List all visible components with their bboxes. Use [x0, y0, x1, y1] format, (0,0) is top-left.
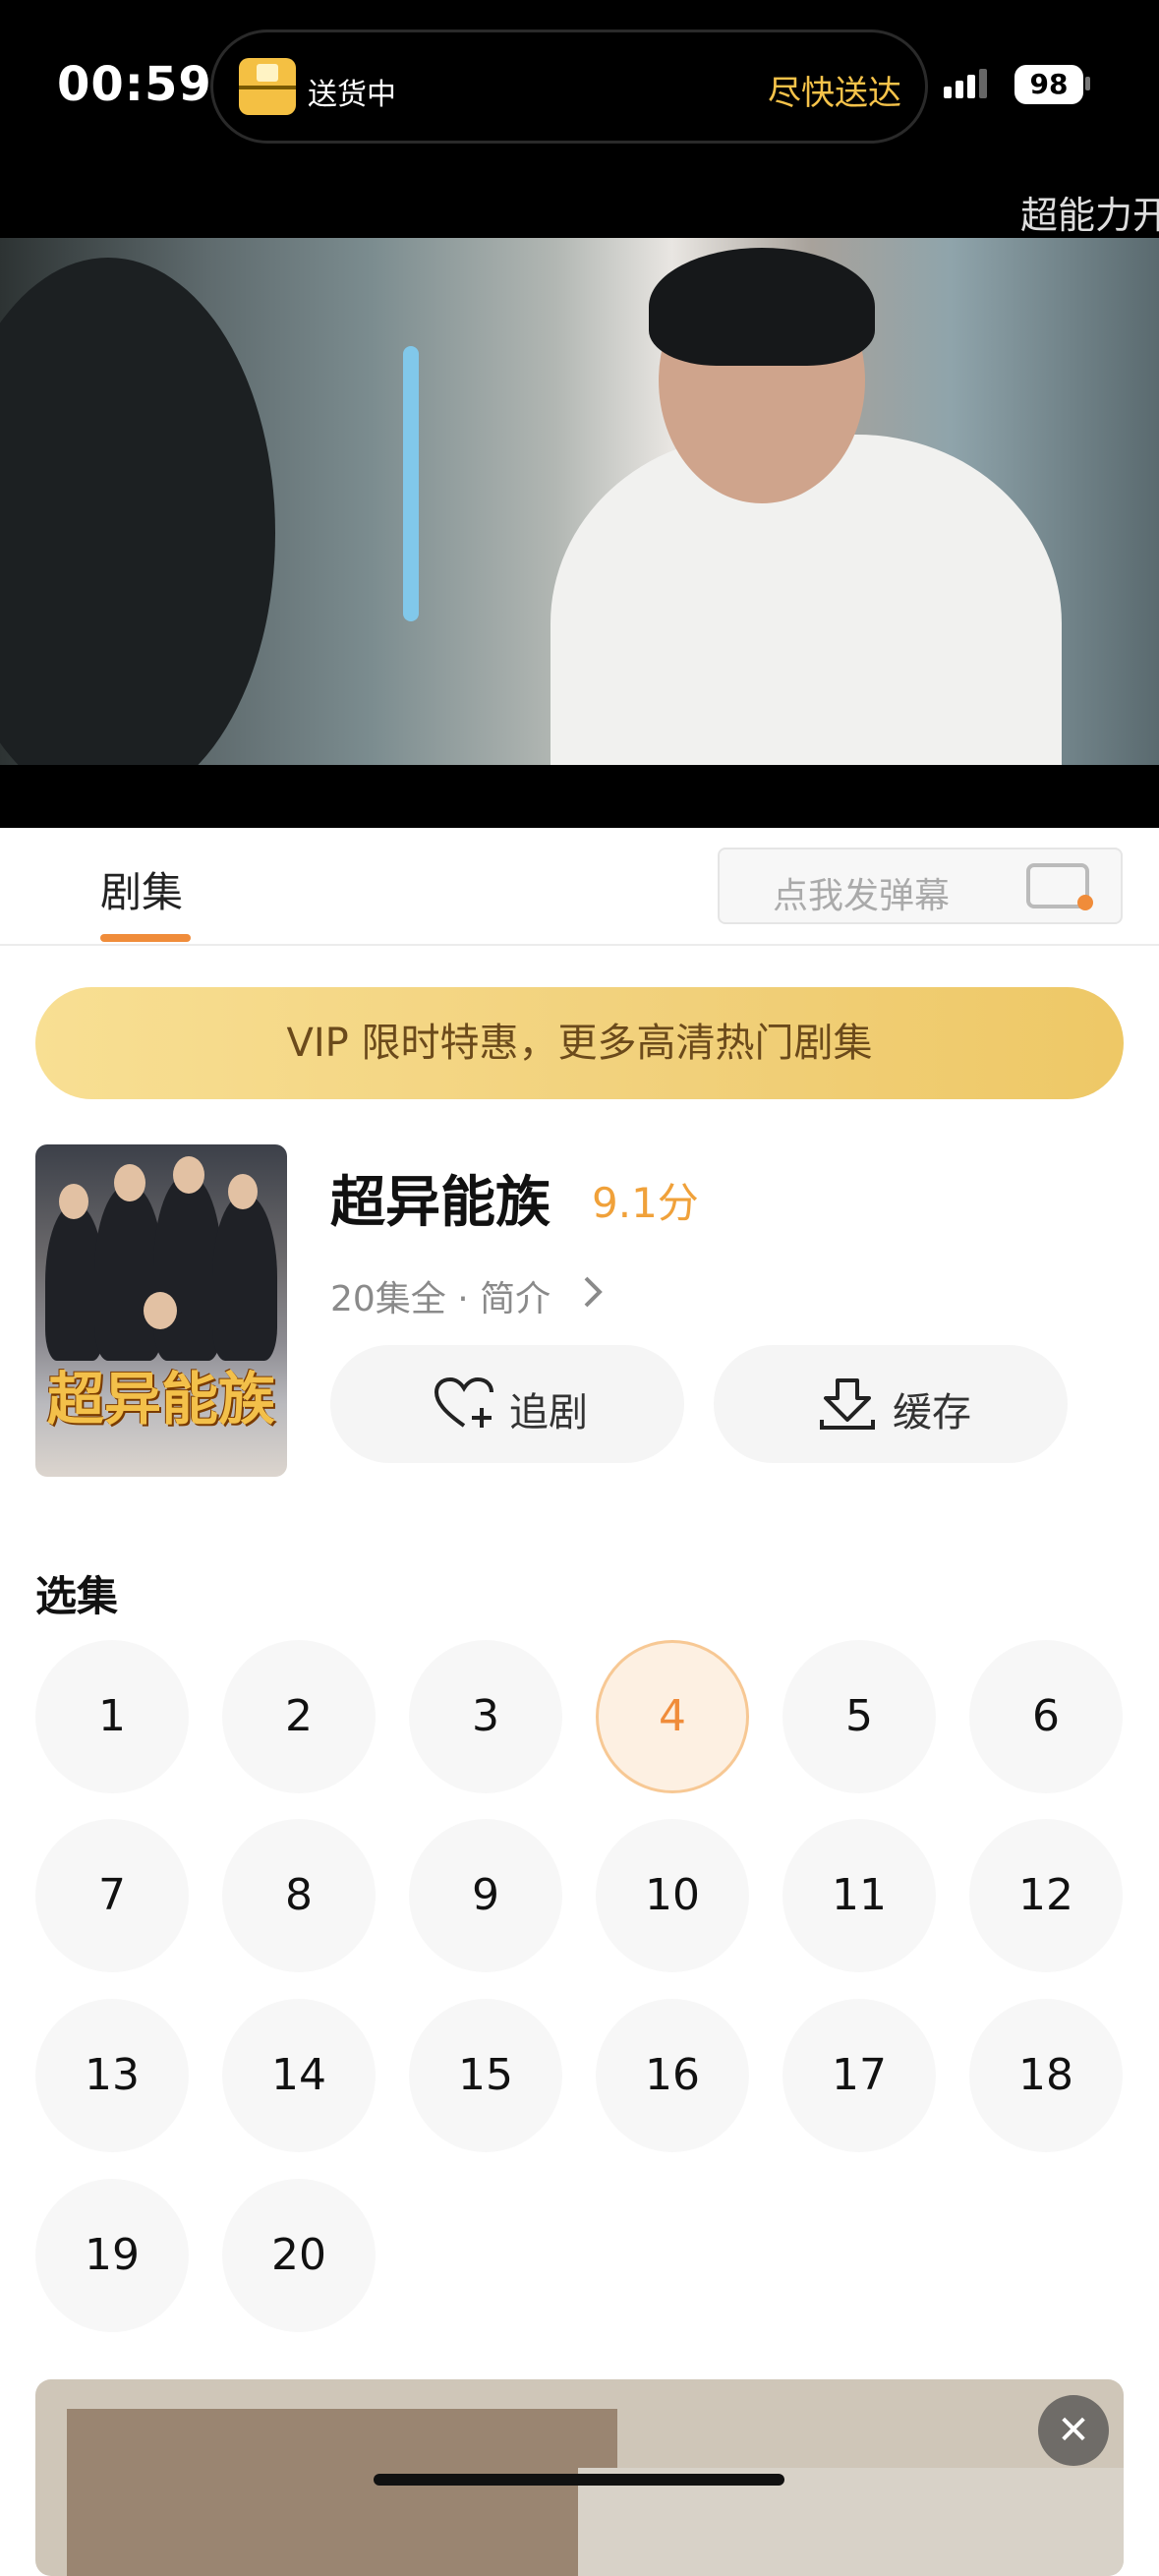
episode-button-2[interactable]: 2: [222, 1640, 376, 1793]
video-light: [403, 346, 419, 621]
video-figure-hair: [649, 248, 875, 366]
dynamic-island[interactable]: 送货中 尽快送达: [210, 29, 928, 144]
video-letterbox: [0, 765, 1159, 828]
danmu-input[interactable]: 点我发弹幕: [718, 848, 1123, 924]
episode-button-16[interactable]: 16: [596, 1999, 749, 2152]
close-icon[interactable]: ✕: [1038, 2395, 1109, 2466]
show-poster[interactable]: 超异能族: [35, 1144, 287, 1477]
battery-tip: [1085, 77, 1090, 90]
episode-button-9[interactable]: 9: [409, 1819, 562, 1972]
episode-button-18[interactable]: 18: [969, 1999, 1123, 2152]
scrolling-title: 超能力开: [1020, 194, 1159, 237]
poster-title: 超异能族: [46, 1366, 275, 1433]
chevron-right-icon[interactable]: [582, 1272, 606, 1320]
cache-label: 缓存: [893, 1390, 971, 1435]
episode-button-15[interactable]: 15: [409, 1999, 562, 2152]
status-bar: 00:59 送货中 尽快送达 98 超能力开: [0, 0, 1159, 238]
delivery-status: 送货中: [308, 78, 396, 112]
episode-button-8[interactable]: 8: [222, 1819, 376, 1972]
home-indicator[interactable]: [374, 2474, 784, 2486]
cache-button[interactable]: 缓存: [714, 1345, 1068, 1463]
show-score: 9.1分: [592, 1179, 699, 1227]
follow-label: 追剧: [509, 1390, 588, 1435]
vip-banner[interactable]: VIP 限时特惠，更多高清热门剧集: [35, 987, 1124, 1099]
episode-button-12[interactable]: 12: [969, 1819, 1123, 1972]
episode-button-3[interactable]: 3: [409, 1640, 562, 1793]
video-figure-left: [0, 258, 275, 765]
episode-button-19[interactable]: 19: [35, 2179, 189, 2332]
episode-button-4[interactable]: 4: [596, 1640, 749, 1793]
episode-button-10[interactable]: 10: [596, 1819, 749, 1972]
episode-button-5[interactable]: 5: [782, 1640, 936, 1793]
danmu-placeholder: 点我发弹幕: [773, 876, 951, 916]
video-player[interactable]: [0, 238, 1159, 765]
episode-button-13[interactable]: 13: [35, 1999, 189, 2152]
episode-button-7[interactable]: 7: [35, 1819, 189, 1972]
download-icon: [816, 1376, 879, 1439]
delivery-eta: 尽快送达: [768, 74, 901, 113]
episode-button-14[interactable]: 14: [222, 1999, 376, 2152]
episode-button-20[interactable]: 20: [222, 2179, 376, 2332]
clock: 00:59: [57, 57, 212, 112]
episode-button-6[interactable]: 6: [969, 1640, 1123, 1793]
follow-button[interactable]: 追剧: [330, 1345, 684, 1463]
episode-button-11[interactable]: 11: [782, 1819, 936, 1972]
battery-icon: 98: [1014, 65, 1083, 104]
package-icon: [239, 58, 296, 115]
episode-button-17[interactable]: 17: [782, 1999, 936, 2152]
episode-button-1[interactable]: 1: [35, 1640, 189, 1793]
tab-underline: [100, 934, 191, 942]
tab-episodes[interactable]: 剧集: [100, 859, 183, 919]
show-meta[interactable]: 20集全 · 简介: [330, 1270, 551, 1321]
show-title: 超异能族: [330, 1171, 551, 1235]
episodes-heading: 选集: [35, 1572, 119, 1620]
heart-plus-icon: [433, 1376, 495, 1435]
tab-bar: 剧集 点我发弹幕: [0, 828, 1159, 946]
danmu-status-dot: [1077, 895, 1093, 910]
